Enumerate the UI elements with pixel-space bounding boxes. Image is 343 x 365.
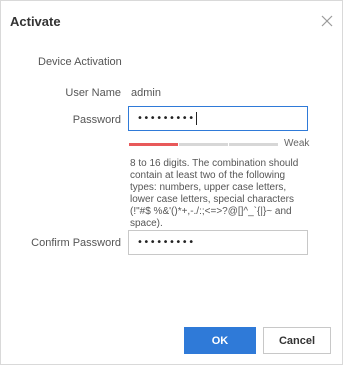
- confirm-password-field[interactable]: •••••••••: [128, 230, 308, 255]
- cancel-button[interactable]: Cancel: [263, 327, 331, 354]
- user-name-label: User Name: [65, 87, 121, 99]
- dialog-titlebar: Activate: [1, 1, 342, 41]
- password-value: •••••••••: [137, 113, 195, 124]
- password-strength-bar: [129, 143, 279, 146]
- section-title: Device Activation: [38, 56, 122, 68]
- ok-button[interactable]: OK: [184, 327, 256, 354]
- strength-label: Weak: [284, 138, 310, 149]
- strength-segment-medium: [179, 143, 228, 146]
- confirm-password-value: •••••••••: [137, 237, 195, 248]
- strength-segment-weak: [129, 143, 178, 146]
- confirm-password-label: Confirm Password: [31, 237, 121, 249]
- text-caret: [195, 112, 197, 125]
- password-field[interactable]: •••••••••: [128, 106, 308, 131]
- strength-segment-strong: [229, 143, 278, 146]
- user-name-value: admin: [131, 87, 161, 99]
- password-hint: 8 to 16 digits. The combination should c…: [130, 158, 299, 229]
- password-label: Password: [72, 114, 121, 126]
- dialog-title: Activate: [10, 14, 61, 29]
- close-icon[interactable]: [320, 14, 334, 28]
- activate-dialog: Activate Device Activation User Name adm…: [0, 0, 343, 365]
